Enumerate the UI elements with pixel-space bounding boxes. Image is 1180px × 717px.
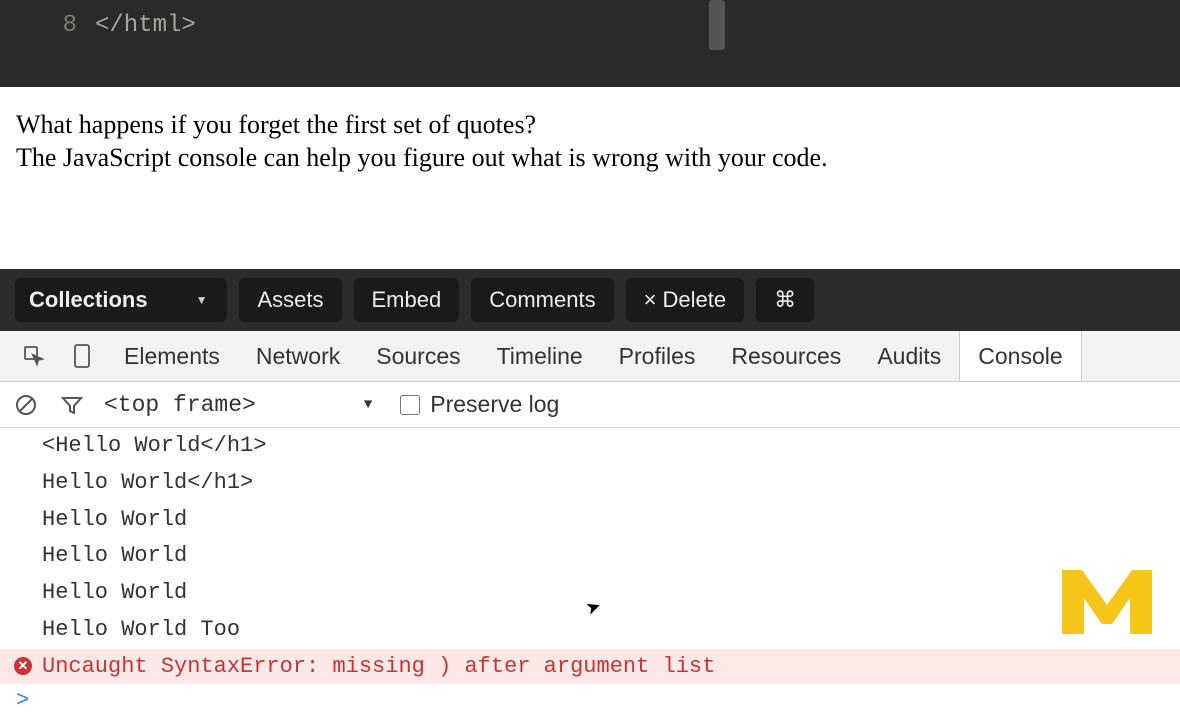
preserve-log-input[interactable] <box>400 395 420 415</box>
error-text: Uncaught SyntaxError: missing ) after ar… <box>42 654 715 679</box>
console-error-line: ✕ Uncaught SyntaxError: missing ) after … <box>0 649 1180 684</box>
tab-profiles[interactable]: Profiles <box>601 331 714 381</box>
tab-sources[interactable]: Sources <box>358 331 478 381</box>
codepen-toolbar: Collections ▼ Assets Embed Comments × De… <box>0 269 1180 331</box>
device-icon[interactable] <box>68 342 96 370</box>
caret-down-icon: ▼ <box>196 293 208 307</box>
inspect-icon[interactable] <box>20 342 48 370</box>
console-line: Hello World <box>0 538 1180 575</box>
tab-console[interactable]: Console <box>959 331 1081 381</box>
embed-button[interactable]: Embed <box>354 278 460 322</box>
page-text-line1: What happens if you forget the first set… <box>16 109 1164 142</box>
console-output[interactable]: <Hello World</h1> Hello World</h1> Hello… <box>0 428 1180 717</box>
console-prompt[interactable]: > <box>0 684 1180 717</box>
devtools-tabbar: Elements Network Sources Timeline Profil… <box>0 331 1180 382</box>
delete-button[interactable]: × Delete <box>626 278 745 322</box>
code-text: </html> <box>95 12 196 39</box>
filter-icon[interactable] <box>58 391 86 419</box>
michigan-logo <box>1062 570 1152 634</box>
tab-elements[interactable]: Elements <box>106 331 238 381</box>
prompt-caret: > <box>16 688 29 713</box>
tab-resources[interactable]: Resources <box>713 331 859 381</box>
cmd-button[interactable]: ⌘ <box>756 278 814 322</box>
rendered-page: What happens if you forget the first set… <box>0 87 1180 269</box>
code-editor[interactable]: 8 </html> <box>0 0 1180 87</box>
frame-selector[interactable]: <top frame> ▼ <box>104 392 372 418</box>
error-icon: ✕ <box>14 657 32 675</box>
code-content[interactable]: </html> <box>95 0 196 87</box>
code-gutter: 8 <box>0 0 95 87</box>
page-text-line2: The JavaScript console can help you figu… <box>16 142 1164 175</box>
tab-audits[interactable]: Audits <box>859 331 959 381</box>
collections-dropdown[interactable]: Collections ▼ <box>15 278 227 322</box>
console-line: Hello World <box>0 502 1180 539</box>
console-line: <Hello World</h1> <box>0 428 1180 465</box>
console-line: Hello World</h1> <box>0 465 1180 502</box>
collections-label: Collections <box>29 287 148 313</box>
scrollbar[interactable] <box>709 0 725 50</box>
line-number: 8 <box>0 10 77 42</box>
preserve-log-label: Preserve log <box>430 391 559 418</box>
frame-label: <top frame> <box>104 392 256 418</box>
tab-timeline[interactable]: Timeline <box>479 331 601 381</box>
clear-console-icon[interactable] <box>12 391 40 419</box>
tab-network[interactable]: Network <box>238 331 358 381</box>
comments-button[interactable]: Comments <box>471 278 613 322</box>
console-toolbar: <top frame> ▼ Preserve log <box>0 382 1180 428</box>
caret-down-icon: ▼ <box>364 397 372 413</box>
preserve-log-checkbox[interactable]: Preserve log <box>400 391 559 418</box>
assets-button[interactable]: Assets <box>239 278 341 322</box>
